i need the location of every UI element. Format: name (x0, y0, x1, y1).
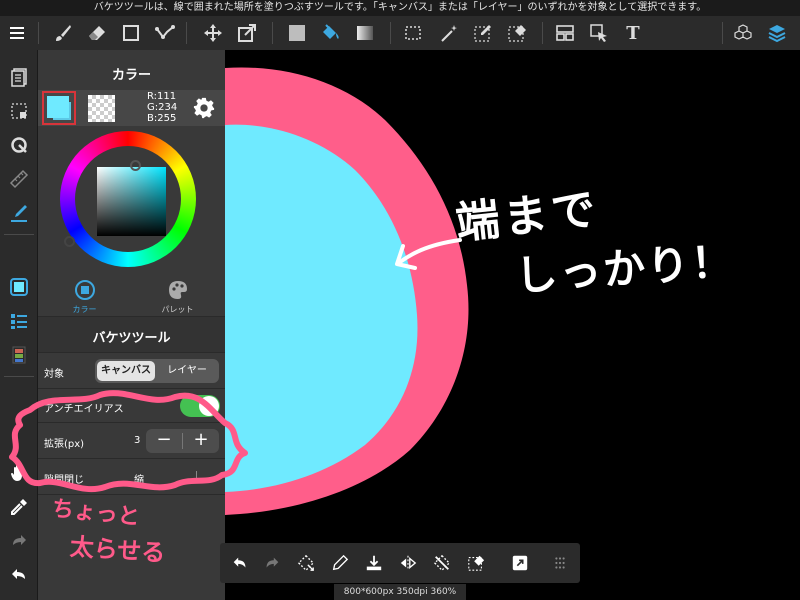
target-segmented-control: キャンバス レイヤー (95, 359, 219, 383)
color-wheel-picker[interactable] (38, 126, 225, 274)
main-color-swatch[interactable] (42, 91, 76, 125)
hint-bar: バケツツールは、線で囲まれた場所を塗りつぶすツールです。「キャンバス」または「レ… (0, 0, 800, 16)
selection-icon[interactable] (400, 21, 426, 45)
bucket-icon[interactable] (318, 21, 344, 45)
color-tab-icon (75, 280, 95, 300)
fill-color-icon[interactable] (284, 21, 310, 45)
redo-bottom-icon[interactable] (260, 551, 284, 575)
download-icon[interactable] (362, 551, 386, 575)
pen-bottom-icon[interactable] (328, 551, 352, 575)
bottom-toolbar (220, 543, 580, 583)
panel-tabs: カラー パレット (38, 274, 225, 316)
clear-selection-icon[interactable] (464, 551, 488, 575)
canvas[interactable] (225, 50, 800, 600)
annotation-highlight-cloud (9, 390, 248, 493)
color-swatches: R:111 G:234 B:255 (38, 90, 225, 126)
color-panel-icon[interactable] (6, 274, 32, 300)
eraser-icon[interactable] (84, 21, 110, 45)
transparent-color-swatch[interactable] (88, 95, 115, 122)
menu-icon[interactable] (4, 21, 30, 45)
rgb-g: G:234 (147, 102, 178, 113)
undo-icon[interactable] (6, 562, 32, 588)
layers-icon[interactable] (764, 21, 790, 45)
rotate-off-icon[interactable] (430, 551, 454, 575)
target-canvas-option[interactable]: キャンバス (97, 361, 155, 381)
hue-cursor[interactable] (64, 236, 75, 247)
transform-icon[interactable] (234, 21, 260, 45)
gear-icon[interactable] (193, 97, 215, 119)
target-row: 対象 キャンバス レイヤー (38, 352, 225, 388)
panel-title: カラー (111, 68, 151, 83)
saturation-value-square[interactable] (97, 167, 166, 236)
rgb-readout: R:111 G:234 B:255 (147, 91, 177, 124)
panel-note-line2: 太らせる (68, 532, 167, 568)
undo-bottom-icon[interactable] (228, 551, 252, 575)
gradient-icon[interactable] (352, 21, 378, 45)
transform-selection-icon[interactable] (294, 551, 318, 575)
rgb-b: B:255 (147, 113, 177, 124)
select-eraser-icon[interactable] (504, 21, 530, 45)
flip-icon[interactable] (396, 551, 420, 575)
tool-title-row: バケツツール (38, 316, 225, 352)
tool-title: バケツツール (92, 331, 171, 346)
target-layer-option[interactable]: レイヤー (157, 361, 217, 381)
layout-icon[interactable] (552, 21, 578, 45)
layer-list-icon[interactable] (6, 308, 32, 334)
fullscreen-icon[interactable] (508, 551, 532, 575)
sv-cursor[interactable] (130, 160, 141, 171)
grip-icon[interactable] (548, 551, 572, 575)
brush-icon[interactable] (50, 21, 76, 45)
redo-icon[interactable] (6, 528, 32, 554)
tab-palette[interactable]: パレット (131, 274, 224, 316)
select-arrow-icon[interactable] (586, 21, 612, 45)
material-icon[interactable] (6, 342, 32, 368)
rotate-canvas-icon[interactable] (6, 132, 32, 158)
canvas-drawing (225, 67, 469, 515)
rgb-r: R:111 (147, 91, 177, 102)
top-toolbar: T (0, 16, 800, 50)
3d-cubes-icon[interactable] (730, 21, 756, 45)
select-pen-icon[interactable] (470, 21, 496, 45)
ruler-icon[interactable] (6, 166, 32, 192)
rectangle-icon[interactable] (118, 21, 144, 45)
move-icon[interactable] (200, 21, 226, 45)
palette-icon (169, 281, 187, 299)
tab-color[interactable]: カラー (38, 274, 131, 316)
dot-line-icon[interactable] (152, 21, 178, 45)
selection-layer-icon[interactable] (6, 98, 32, 124)
left-rail (0, 50, 38, 600)
canvas-status: 800*600px 350dpi 360% (334, 584, 466, 600)
magic-wand-icon[interactable] (436, 21, 462, 45)
text-icon[interactable]: T (620, 21, 646, 45)
pen-settings-icon[interactable] (6, 200, 32, 226)
pages-icon[interactable] (6, 64, 32, 90)
target-label: 対象 (44, 369, 64, 380)
